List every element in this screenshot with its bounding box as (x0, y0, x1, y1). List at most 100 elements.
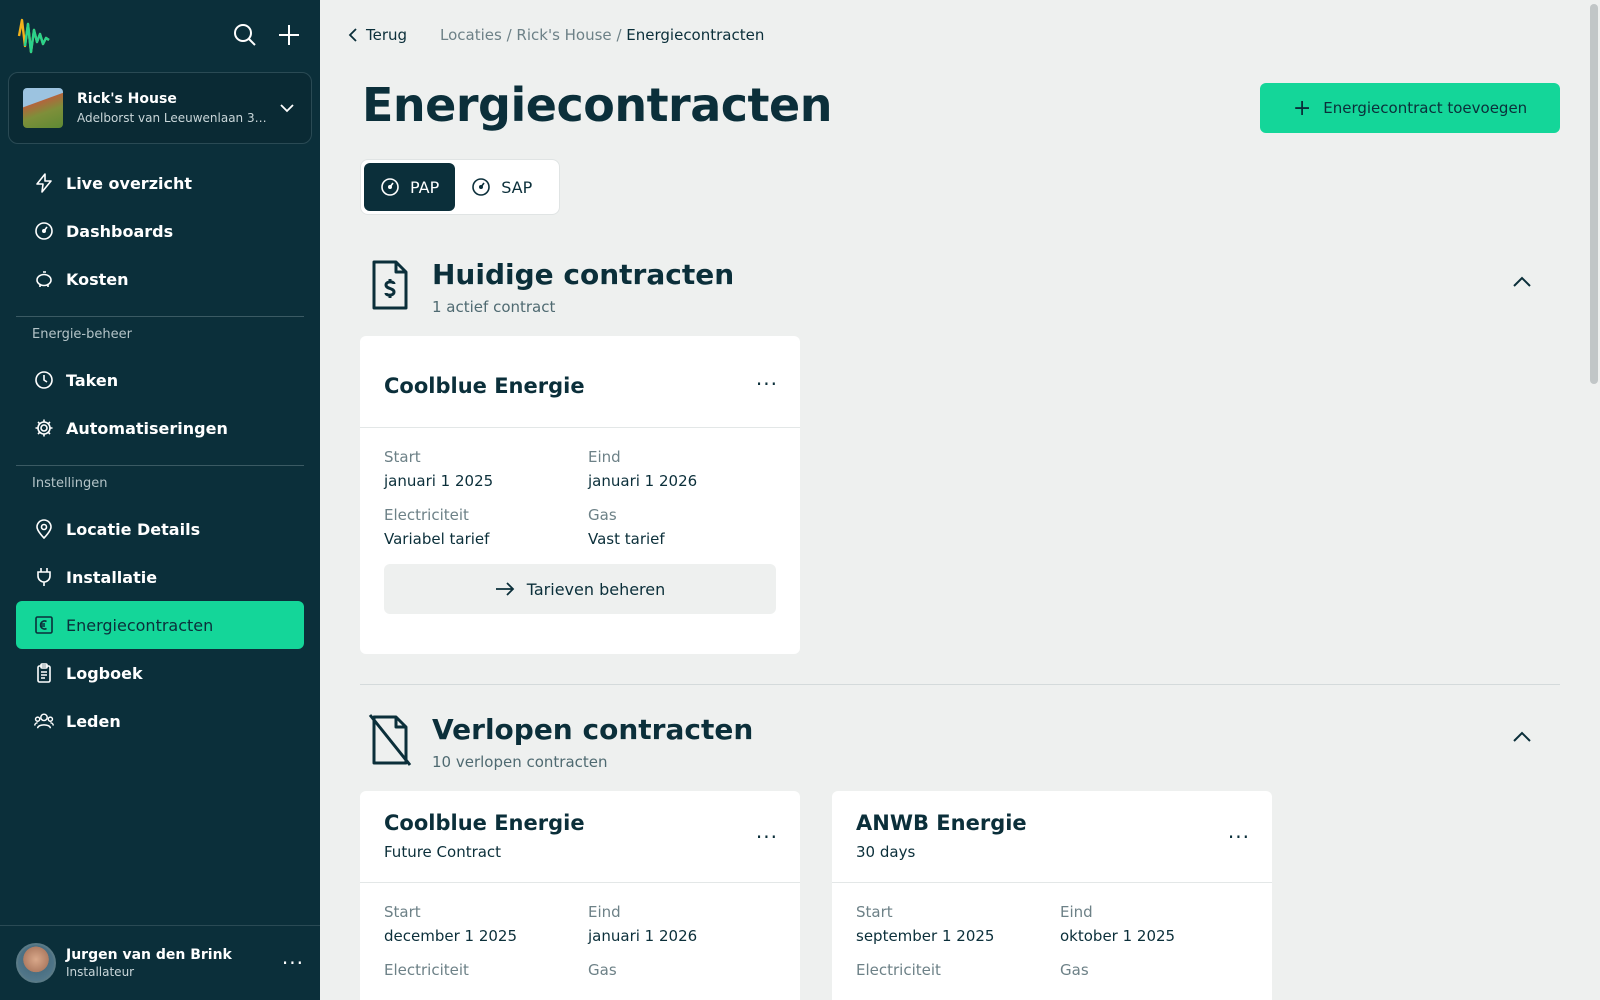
sidebar-item-live-overzicht[interactable]: Live overzicht (16, 159, 304, 207)
tab-label: PAP (410, 177, 440, 197)
sidebar-divider (16, 316, 304, 317)
more-icon[interactable]: ··· (282, 951, 304, 975)
manage-tariffs-button[interactable]: Tarieven beheren (384, 564, 776, 614)
scrollbar-thumb[interactable] (1590, 4, 1598, 384)
sidebar-item-kosten[interactable]: Kosten (16, 255, 304, 303)
plug-icon (34, 567, 54, 587)
users-icon (34, 711, 54, 731)
field-label: Start (384, 903, 421, 921)
sidebar-item-installatie[interactable]: Installatie (16, 553, 304, 601)
sidebar: Rick's House Adelborst van Leeuwenlaan 3… (0, 0, 320, 1000)
document-dollar-icon (372, 260, 408, 310)
more-icon[interactable]: ··· (756, 372, 778, 396)
field-label: Electriciteit (384, 961, 469, 979)
section-title: Verlopen contracten (432, 713, 754, 746)
sidebar-item-energiecontracten[interactable]: Energiecontracten (16, 601, 304, 649)
back-button[interactable]: Terug (348, 26, 407, 44)
sidebar-item-label: Automatiseringen (66, 418, 228, 438)
more-icon[interactable]: ··· (1228, 825, 1250, 849)
start-date: december 1 2025 (384, 927, 518, 945)
location-address: Adelborst van Leeuwenlaan 31,... (77, 111, 271, 125)
user-role: Installateur (66, 965, 135, 979)
scrollbar[interactable] (1588, 0, 1600, 1000)
end-date: oktober 1 2025 (1060, 927, 1176, 945)
gauge-icon (34, 221, 54, 241)
sidebar-item-label: Energiecontracten (66, 615, 214, 635)
chevron-up-icon[interactable] (1510, 270, 1534, 294)
sidebar-item-logboek[interactable]: Logboek (16, 649, 304, 697)
section-current-contracts: Huidige contracten 1 actief contract (360, 258, 1548, 318)
more-icon[interactable]: ··· (756, 825, 778, 849)
location-name: Rick's House (77, 91, 177, 107)
end-date: januari 1 2026 (588, 472, 698, 490)
field-label: Gas (588, 961, 617, 979)
gauge-icon (471, 177, 491, 197)
location-switcher[interactable]: Rick's House Adelborst van Leeuwenlaan 3… (8, 72, 312, 144)
sidebar-item-label: Dashboards (66, 221, 174, 241)
start-date: januari 1 2025 (384, 472, 494, 490)
manage-tariffs-label: Tarieven beheren (526, 579, 666, 599)
field-label: Eind (588, 903, 621, 921)
sidebar-item-label: Taken (66, 370, 119, 390)
main-content: Terug Locaties / Rick's House / Energiec… (320, 0, 1588, 1000)
sidebar-section-settings: Instellingen (32, 476, 108, 491)
tab-label: SAP (501, 177, 533, 197)
sidebar-section-energy: Energie-beheer (32, 327, 132, 342)
sidebar-item-locatie-details[interactable]: Locatie Details (16, 505, 304, 553)
back-label: Terug (366, 26, 408, 44)
arrow-right-icon (495, 582, 515, 596)
tab-pap[interactable]: PAP (364, 163, 456, 211)
search-icon[interactable] (232, 22, 258, 48)
bolt-icon (34, 173, 54, 193)
sidebar-item-label: Leden (66, 711, 121, 731)
breadcrumb: Locaties / Rick's House / Energiecontrac… (440, 26, 764, 44)
section-title: Huidige contracten (432, 258, 735, 291)
contract-provider: Coolblue Energie (384, 374, 585, 398)
sidebar-item-leden[interactable]: Leden (16, 697, 304, 745)
add-contract-label: Energiecontract toevoegen (1323, 99, 1528, 117)
plus-icon[interactable] (276, 22, 302, 48)
contract-card: Coolblue Energie ··· Start januari 1 2025… (360, 336, 800, 654)
piggy-bank-icon (34, 269, 54, 289)
chevron-up-icon[interactable] (1510, 725, 1534, 749)
location-thumbnail (23, 88, 63, 128)
field-label: Gas (588, 506, 617, 524)
document-off-icon (368, 714, 412, 766)
field-label: Start (856, 903, 893, 921)
sidebar-item-label: Locatie Details (66, 519, 201, 539)
tab-sap[interactable]: SAP (455, 163, 548, 211)
contract-provider: ANWB Energie (856, 811, 1027, 835)
app-logo[interactable] (16, 16, 52, 56)
clock-icon (34, 370, 54, 390)
end-date: januari 1 2026 (588, 927, 698, 945)
section-subtitle: 1 actief contract (432, 298, 556, 316)
sidebar-item-automatiseringen[interactable]: Automatiseringen (16, 404, 304, 452)
gear-icon (34, 418, 54, 438)
breadcrumb-separator: / (616, 26, 627, 44)
user-profile[interactable]: Jurgen van den Brink Installateur ··· (0, 925, 320, 1000)
chevron-left-icon (348, 28, 357, 42)
field-label: Eind (588, 448, 621, 466)
contract-card: Coolblue Energie Future Contract ··· Sta… (360, 791, 800, 1000)
sidebar-item-taken[interactable]: Taken (16, 356, 304, 404)
page-title: Energiecontracten (362, 78, 833, 132)
breadcrumb-location[interactable]: Rick's House (516, 26, 611, 44)
user-name: Jurgen van den Brink (66, 947, 232, 963)
sidebar-item-dashboards[interactable]: Dashboards (16, 207, 304, 255)
section-subtitle: 10 verlopen contracten (432, 753, 608, 771)
euro-note-icon (34, 615, 54, 635)
electricity-tariff: Variabel tarief (384, 530, 490, 548)
gauge-icon (380, 177, 400, 197)
map-pin-icon (34, 519, 54, 539)
field-label: Electriciteit (384, 506, 469, 524)
breadcrumb-locaties[interactable]: Locaties (440, 26, 502, 44)
section-expired-contracts: Verlopen contracten 10 verlopen contract… (360, 713, 1548, 773)
sidebar-item-label: Installatie (66, 567, 158, 587)
chevron-down-icon (280, 104, 294, 113)
contract-tag: 30 days (856, 843, 916, 861)
plus-icon: + (1292, 95, 1312, 121)
meter-tabs: PAP SAP (360, 159, 560, 215)
add-contract-button[interactable]: + Energiecontract toevoegen (1260, 83, 1560, 133)
contract-provider: Coolblue Energie (384, 811, 585, 835)
field-label: Electriciteit (856, 961, 941, 979)
